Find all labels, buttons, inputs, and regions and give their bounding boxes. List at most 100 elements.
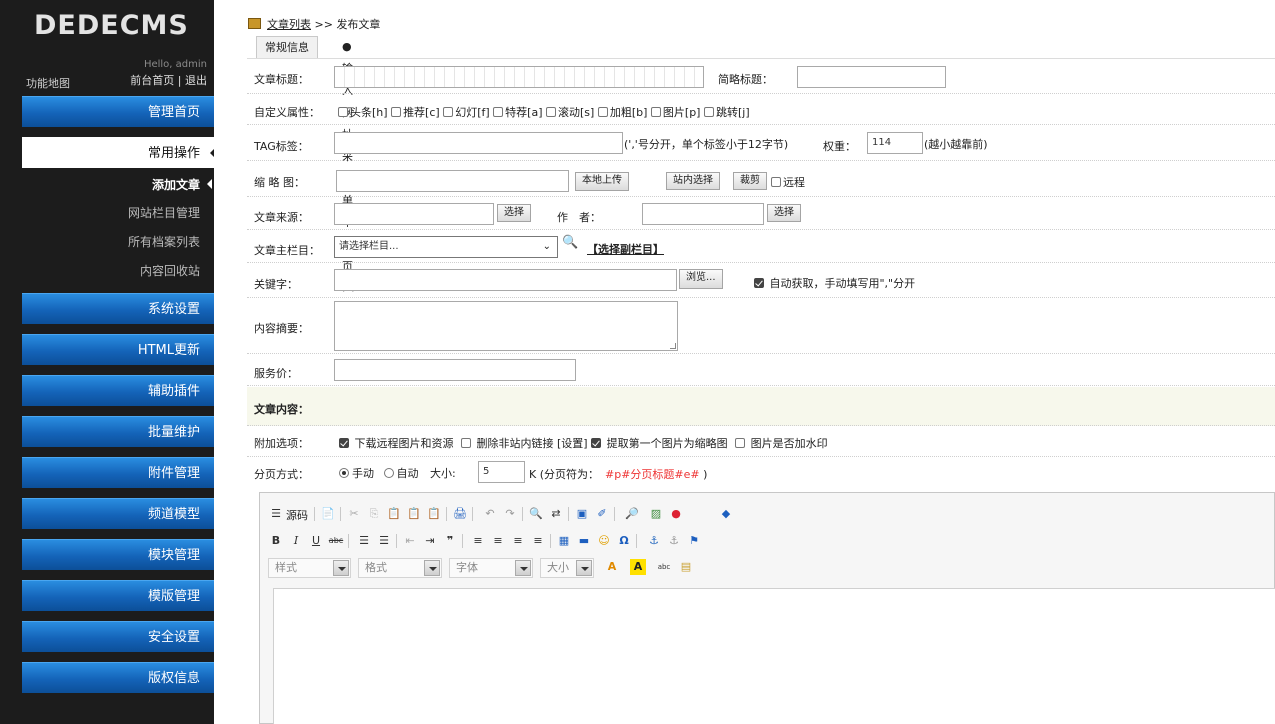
print-icon[interactable]: 🖨 (452, 506, 468, 522)
undo-icon[interactable]: ↶ (482, 506, 498, 522)
site-select-button[interactable]: 站内选择 (666, 172, 720, 190)
format-combo[interactable]: 格式 (358, 558, 442, 578)
weight-input[interactable]: 114 (867, 132, 923, 154)
remote-checkbox[interactable] (771, 177, 781, 187)
attr-checkbox-a[interactable] (493, 107, 503, 117)
thumb-input[interactable] (336, 170, 569, 192)
manual-radio[interactable] (339, 468, 349, 478)
special-char-icon[interactable]: Ω (616, 533, 632, 549)
author-select-button[interactable]: 选择 (767, 204, 801, 222)
bold-icon[interactable]: B (268, 533, 284, 549)
indent-icon[interactable]: ⇥ (422, 533, 438, 549)
template-icon[interactable]: ▤ (678, 559, 694, 575)
menu-plugins[interactable]: 辅助插件 (22, 375, 214, 406)
sitemap-link[interactable]: 功能地图 (26, 75, 70, 91)
download-remote-checkbox[interactable] (339, 438, 349, 448)
column-select[interactable]: 请选择栏目... ⌄ (334, 236, 558, 258)
fullscreen-icon[interactable]: ◆ (718, 506, 734, 522)
link-icon[interactable]: ⚓ (646, 533, 662, 549)
paste-icon[interactable]: 📋 (386, 506, 402, 522)
strike-icon[interactable]: abc (328, 533, 344, 549)
sub-item-recycle-bin[interactable]: 内容回收站 (140, 262, 200, 279)
unlink-icon[interactable]: ⚓ (666, 533, 682, 549)
copy-icon[interactable]: ⎘ (366, 506, 382, 522)
sub-item-add-article[interactable]: 添加文章 (152, 176, 200, 193)
ordered-list-icon[interactable]: ☰ (356, 533, 372, 549)
italic-icon[interactable]: I (288, 533, 304, 549)
attr-checkbox-c[interactable] (391, 107, 401, 117)
attr-checkbox-p[interactable] (651, 107, 661, 117)
menu-modules[interactable]: 模块管理 (22, 539, 214, 570)
menu-templates[interactable]: 模版管理 (22, 580, 214, 611)
cut-icon[interactable]: ✂ (346, 506, 362, 522)
article-list-link[interactable]: 文章列表 (267, 18, 311, 31)
align-left-icon[interactable]: ≡ (470, 533, 486, 549)
tab-regular[interactable]: 常规信息 (256, 36, 318, 58)
search-icon[interactable]: 🔍 (562, 235, 578, 250)
auto-keyword-checkbox[interactable] (754, 278, 764, 288)
menu-copyright[interactable]: 版权信息 (22, 662, 214, 693)
underline-icon[interactable]: U (308, 533, 324, 549)
bg-color-icon[interactable]: A (630, 559, 646, 575)
attr-checkbox-f[interactable] (443, 107, 453, 117)
find-icon[interactable]: 🔍 (528, 506, 544, 522)
menu-batch-maintain[interactable]: 批量维护 (22, 416, 214, 447)
source-icon[interactable]: ☰ (268, 506, 284, 522)
title-input[interactable] (334, 66, 704, 88)
blockquote-icon[interactable]: ❞ (442, 533, 458, 549)
summary-textarea[interactable] (334, 301, 678, 351)
source-select-button[interactable]: 选择 (497, 204, 531, 222)
price-input[interactable] (334, 359, 576, 381)
resize-handle[interactable] (670, 343, 676, 349)
horizontal-rule-icon[interactable]: ▬ (576, 533, 592, 549)
unordered-list-icon[interactable]: ☰ (376, 533, 392, 549)
anchor-icon[interactable]: ⚑ (686, 533, 702, 549)
sub-column-link[interactable]: 【选择副栏目】 (587, 241, 664, 257)
style-combo[interactable]: 样式 (268, 558, 351, 578)
sub-item-column-manage[interactable]: 网站栏目管理 (128, 204, 200, 221)
settings-link[interactable]: [设置] (557, 437, 588, 450)
source-button[interactable]: 源码 (286, 507, 308, 523)
save-icon[interactable]: 📄 (320, 506, 336, 522)
menu-html-update[interactable]: HTML更新 (22, 334, 214, 365)
editor-content-area[interactable] (273, 588, 1275, 724)
align-right-icon[interactable]: ≡ (510, 533, 526, 549)
watermark-checkbox[interactable] (735, 438, 745, 448)
flash-icon[interactable]: ● (668, 506, 684, 522)
menu-common[interactable]: 常用操作 (22, 137, 214, 168)
menu-attachments[interactable]: 附件管理 (22, 457, 214, 488)
image-icon[interactable]: ▨ (648, 506, 664, 522)
attr-checkbox-j[interactable] (704, 107, 714, 117)
keyword-input[interactable] (334, 269, 677, 291)
justify-icon[interactable]: ≡ (530, 533, 546, 549)
browse-button[interactable]: 浏览... (679, 269, 723, 289)
frontpage-link[interactable]: 前台首页 (130, 74, 174, 87)
upload-button[interactable]: 本地上传 (575, 172, 629, 191)
menu-home[interactable]: 管理首页 (22, 96, 214, 127)
remove-format-icon[interactable]: ✐ (594, 506, 610, 522)
menu-system-settings[interactable]: 系统设置 (22, 293, 214, 324)
crop-button[interactable]: 裁剪 (733, 172, 767, 190)
logout-link[interactable]: 退出 (185, 74, 207, 87)
first-image-thumb-checkbox[interactable] (591, 438, 601, 448)
menu-security[interactable]: 安全设置 (22, 621, 214, 652)
table-icon[interactable]: ▦ (556, 533, 572, 549)
remove-links-checkbox[interactable] (461, 438, 471, 448)
attr-checkbox-b[interactable] (598, 107, 608, 117)
short-title-input[interactable] (797, 66, 946, 88)
align-center-icon[interactable]: ≡ (490, 533, 506, 549)
replace-icon[interactable]: ⇄ (548, 506, 564, 522)
auto-radio[interactable] (384, 468, 394, 478)
attr-checkbox-h[interactable] (338, 107, 348, 117)
redo-icon[interactable]: ↷ (502, 506, 518, 522)
sub-item-archive-list[interactable]: 所有档案列表 (128, 233, 200, 250)
paste-word-icon[interactable]: 📋 (426, 506, 442, 522)
source-input[interactable] (334, 203, 494, 225)
outdent-icon[interactable]: ⇤ (402, 533, 418, 549)
tab-collect[interactable]: ●输入网址采集单个网页>> (342, 36, 360, 58)
smiley-icon[interactable]: ☺ (596, 533, 612, 549)
menu-channel-model[interactable]: 频道模型 (22, 498, 214, 529)
attr-checkbox-s[interactable] (546, 107, 556, 117)
page-size-input[interactable]: 5 (478, 461, 525, 483)
size-combo[interactable]: 大小 (540, 558, 594, 578)
